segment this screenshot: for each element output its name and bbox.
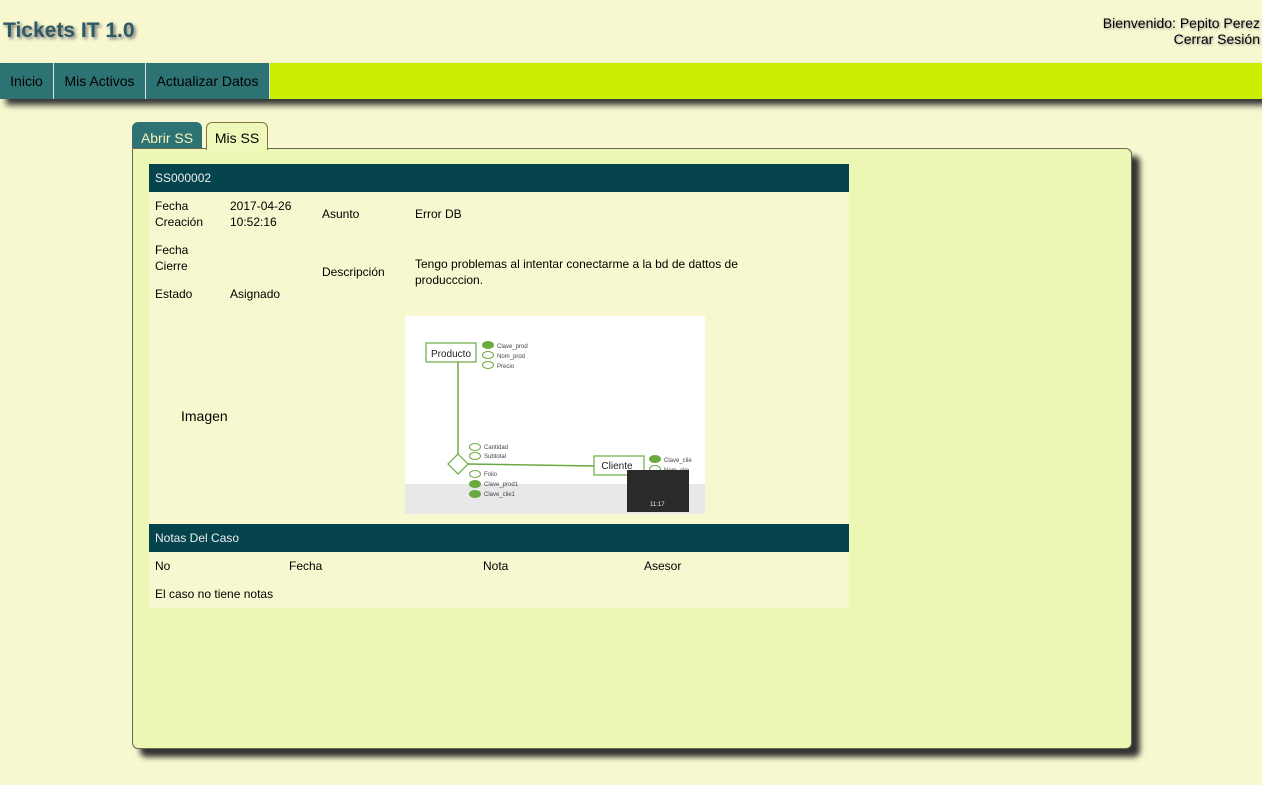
estado-label: Estado — [155, 287, 193, 301]
attr-clave-clie1: Clave_clie1 — [484, 492, 516, 498]
notes-col-asesor: Asesor — [644, 559, 682, 573]
notes-col-fecha: Fecha — [289, 559, 323, 573]
nav-actualizar-datos[interactable]: Actualizar Datos — [146, 63, 270, 99]
attr-clave-prod: Clave_prod — [497, 344, 528, 350]
estado-value: Asignado — [230, 287, 281, 301]
fecha-creacion-value: 2017-04-26 10:52:16 — [230, 199, 292, 229]
fecha-creacion-label: Fecha Creación — [155, 199, 204, 229]
ticket-card: SS000002 Fecha Creación 2017-04-26 10:52… — [149, 164, 849, 608]
attr-clave-clie: Clave_clie — [664, 458, 692, 464]
entity-producto: Producto — [431, 349, 471, 360]
attr-clave-prod1: Clave_prod1 — [484, 482, 519, 488]
ticket-id-header: SS000002 — [149, 164, 849, 192]
notes-col-no: No — [155, 559, 171, 573]
notes-col-nota: Nota — [483, 559, 509, 573]
imagen-label: Imagen — [181, 408, 228, 424]
logout-link[interactable]: Cerrar Sesión — [1103, 31, 1260, 47]
attr-subtotal: Subtotal — [484, 454, 506, 460]
tab-abrir-ss[interactable]: Abrir SS — [132, 122, 202, 149]
welcome-text: Bienvenido: Pepito Perez — [1102, 15, 1260, 31]
attr-nom-prod: Nom_prod — [497, 354, 525, 360]
attr-cantidad: Cantidad — [484, 445, 508, 451]
main-navbar: Inicio Mis Activos Actualizar Datos — [0, 63, 1262, 99]
notes-empty-message: El caso no tiene notas — [155, 587, 274, 601]
descripcion-label: Descripción — [322, 265, 385, 279]
tab-mis-ss[interactable]: Mis SS — [206, 122, 268, 150]
asunto-value: Error DB — [415, 207, 462, 221]
fecha-cierre-label: Fecha Cierre — [155, 243, 189, 273]
descripcion-value: Tengo problemas al intentar conectarme a… — [415, 257, 738, 287]
video-time: 11:17 — [650, 502, 665, 508]
asunto-label: Asunto — [322, 207, 360, 221]
app-title: Tickets IT 1.0 — [3, 19, 135, 42]
attached-image[interactable]: Producto Clave_prod Nom_prod Precio Cant… — [405, 316, 705, 514]
nav-inicio[interactable]: Inicio — [0, 63, 54, 99]
notes-header: Notas Del Caso — [149, 524, 849, 552]
user-area: Bienvenido: Pepito Perez Cerrar Sesión — [1103, 15, 1260, 47]
attr-folio: Folio — [484, 472, 498, 478]
attr-precio: Precio — [497, 364, 515, 370]
nav-mis-activos[interactable]: Mis Activos — [54, 63, 146, 99]
